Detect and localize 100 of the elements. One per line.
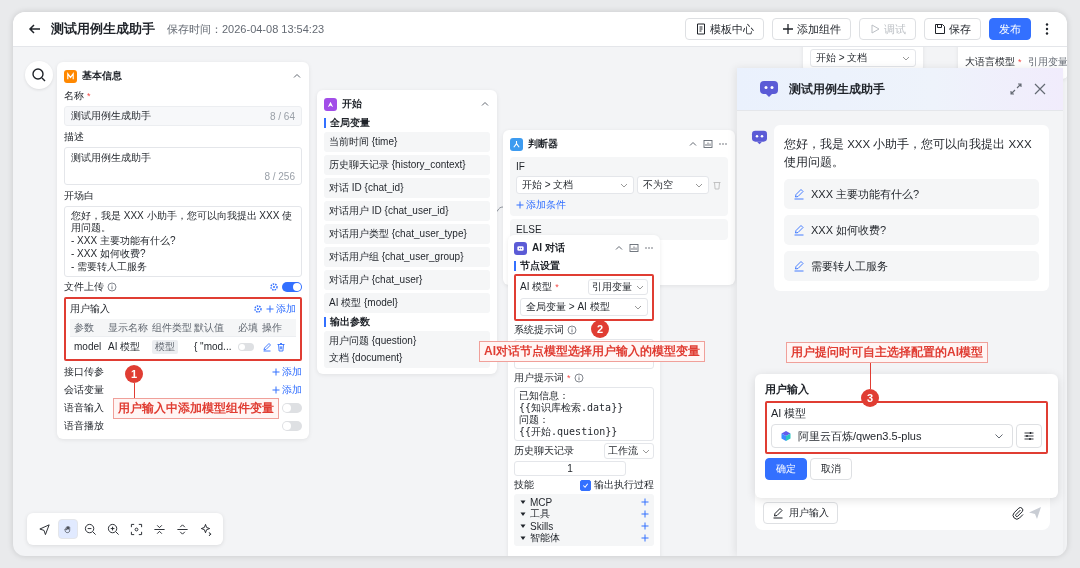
document-icon <box>695 23 707 35</box>
model-settings-button[interactable] <box>1016 424 1042 448</box>
search-button[interactable] <box>25 61 53 89</box>
skill-group[interactable]: 智能体 <box>530 531 560 545</box>
toggle-switch[interactable] <box>282 282 302 292</box>
column-header: 显示名称 <box>108 320 149 335</box>
pencil-icon <box>793 260 805 272</box>
save-button[interactable]: 保存 <box>924 18 981 40</box>
panel-icon[interactable] <box>629 243 639 253</box>
confirm-button[interactable]: 确定 <box>765 458 807 480</box>
link-text: 添加 <box>276 302 296 316</box>
required-mark: * <box>567 373 571 383</box>
operator-select[interactable]: 不为空 <box>637 176 709 194</box>
opening-message-field[interactable]: 您好，我是 XXX 小助手，您可以向我提出 XXX 使用问题。 - XXX 主要功能有什么? - XXX 如何收费? - 需要转人工服务 <box>64 206 302 277</box>
required-mark: * <box>87 91 91 101</box>
number-input[interactable]: 1 <box>514 461 626 476</box>
robot-icon <box>514 241 527 255</box>
name-field[interactable]: 测试用例生成助手 8 / 64 <box>64 106 302 126</box>
plus-icon <box>272 385 280 394</box>
suggestion-button[interactable]: XXX 如何收费? <box>784 215 1039 245</box>
edit-icon[interactable] <box>262 341 272 352</box>
plus-icon <box>266 305 274 313</box>
toggle-switch[interactable] <box>282 420 302 431</box>
gear-icon[interactable] <box>253 304 263 314</box>
close-icon[interactable] <box>1033 82 1047 96</box>
model-variable-select[interactable]: 全局变量 > AI 模型 <box>520 298 648 316</box>
expand-icon[interactable] <box>1009 82 1023 96</box>
chevron-down-icon <box>636 283 644 291</box>
text-line: 问题： <box>519 414 550 426</box>
column-header: 组件类型 <box>152 320 193 335</box>
user-input-button[interactable]: 用户输入 <box>763 502 838 524</box>
variable-item: 对话用户 ID {chat_user_id} <box>324 201 490 221</box>
plus-icon <box>516 201 524 209</box>
user-prompt-field[interactable]: 已知信息： {{知识库检索.data}} 问题： {{开始.question}} <box>514 387 654 441</box>
text-line: 已知信息： <box>519 390 570 402</box>
field-label: 描述 <box>64 130 85 144</box>
setting-label: 会话变量 <box>64 382 104 397</box>
skill-group[interactable]: MCP <box>530 496 553 508</box>
select-value: 阿里云百炼/qwen3.5-plus <box>798 428 922 444</box>
field-label: 名称 <box>64 89 84 103</box>
pencil-icon <box>793 188 805 200</box>
section-label: 输出参数 <box>324 317 490 327</box>
plus-icon[interactable] <box>641 522 649 530</box>
chevron-down-icon <box>695 181 703 189</box>
publish-button[interactable]: 发布 <box>989 18 1031 40</box>
variable-select[interactable]: 开始 > 文档 <box>516 176 634 194</box>
setting-label: 接口传参 <box>64 364 104 379</box>
output-parameter: 文档 {document} <box>329 351 404 365</box>
setting-label: 语音播放 <box>64 418 104 433</box>
popover-title: 用户输入 <box>765 382 810 397</box>
chevron-down-icon <box>642 447 650 455</box>
play-icon <box>869 23 881 35</box>
annotation-tooltip: 用户输入中添加模型组件变量 <box>113 398 279 419</box>
toggle-switch[interactable] <box>238 342 254 351</box>
add-link[interactable]: 添加 <box>266 302 296 316</box>
toggle-switch[interactable] <box>282 402 302 413</box>
node-title: 开始 <box>342 97 362 111</box>
variable-item: AI 模型 {model} <box>324 293 490 313</box>
skill-group[interactable]: 工具 <box>530 507 550 521</box>
select-value: 不为空 <box>643 178 673 192</box>
model-select[interactable]: 阿里云百炼/qwen3.5-plus <box>771 424 1013 448</box>
add-condition-link[interactable]: 添加条件 <box>516 198 722 212</box>
history-mode-select[interactable]: 工作流 <box>604 443 654 459</box>
add-link[interactable]: 添加 <box>272 364 302 379</box>
plus-icon[interactable] <box>641 510 649 518</box>
start-node-icon <box>324 97 337 111</box>
annotation-tooltip: AI对话节点模型选择用户输入的模型变量 <box>479 341 705 362</box>
condition-select[interactable]: 开始 > 文档 <box>810 49 916 67</box>
field-label: AI 模型 <box>520 280 553 294</box>
delete-icon[interactable] <box>276 341 286 352</box>
checkbox-label: 输出执行过程 <box>594 478 654 492</box>
suggestion-button[interactable]: 需要转人工服务 <box>784 251 1039 281</box>
text-line: - XXX 主要功能有什么? <box>71 235 177 247</box>
skill-group[interactable]: Skills <box>530 520 554 532</box>
field-value: 测试用例生成助手 <box>71 151 152 165</box>
paperclip-icon[interactable] <box>1011 506 1025 520</box>
branch-label: IF <box>516 161 526 172</box>
description-field[interactable]: 测试用例生成助手 8 / 256 <box>64 147 302 185</box>
chevron-down-icon <box>634 303 642 311</box>
gear-icon[interactable] <box>269 282 279 292</box>
hand-icon[interactable] <box>57 519 78 539</box>
chat-title: 测试用例生成助手 <box>789 80 885 98</box>
mode-select[interactable]: 引用变量 <box>588 279 648 295</box>
panel-icon[interactable] <box>703 139 713 149</box>
plus-icon[interactable] <box>641 498 649 506</box>
plus-icon[interactable] <box>641 534 649 542</box>
add-component-button[interactable]: 添加组件 <box>772 18 851 40</box>
text-line: 您好，我是 XXX 小助手，您可以向我提出 XXX 使用问题。 <box>71 210 294 234</box>
save-icon <box>934 23 946 35</box>
field-value: 1 <box>567 463 573 474</box>
cancel-button[interactable]: 取消 <box>810 458 852 480</box>
add-link[interactable]: 添加 <box>272 382 302 397</box>
info-icon <box>107 282 117 292</box>
chevron-down-icon <box>994 431 1004 441</box>
suggestion-button[interactable]: XXX 主要功能有什么? <box>784 179 1039 209</box>
field-label: 大语言模型 <box>965 55 1015 69</box>
leader-line <box>870 363 871 389</box>
checkbox[interactable] <box>580 479 591 491</box>
mode-select[interactable]: 引用变量 <box>1027 55 1067 69</box>
template-center-button[interactable]: 模板中心 <box>685 18 764 40</box>
